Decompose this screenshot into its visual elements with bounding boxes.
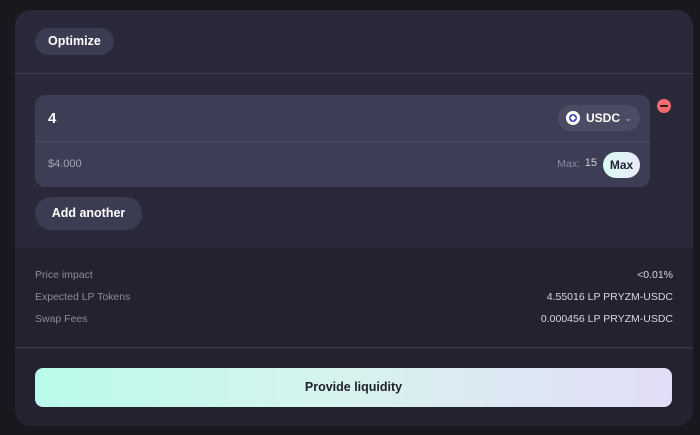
detail-label: Expected LP Tokens bbox=[35, 291, 131, 303]
card-header: Optimize bbox=[15, 10, 693, 74]
usd-value: $4.000 bbox=[48, 158, 82, 170]
remove-asset-icon[interactable] bbox=[657, 99, 671, 113]
max-label: Max: bbox=[557, 158, 580, 170]
detail-label: Swap Fees bbox=[35, 313, 88, 325]
token-selector[interactable]: USDC ⌄ bbox=[558, 105, 640, 131]
details-section: Price impact <0.01% Expected LP Tokens 4… bbox=[15, 248, 693, 348]
max-value: 15 bbox=[584, 157, 597, 169]
chevron-down-icon: ⌄ bbox=[624, 113, 632, 123]
detail-label: Price impact bbox=[35, 269, 93, 281]
optimize-button[interactable]: Optimize bbox=[35, 28, 114, 55]
liquidity-card: Optimize 4 USDC ⌄ $4.000 Max: 15 Max Add… bbox=[15, 10, 693, 426]
asset-input-box: 4 USDC ⌄ $4.000 Max: 15 Max bbox=[35, 95, 650, 187]
max-button[interactable]: Max bbox=[603, 152, 640, 178]
amount-input[interactable]: 4 bbox=[48, 110, 56, 127]
usdc-logo-icon bbox=[566, 111, 580, 125]
detail-row-price-impact: Price impact <0.01% bbox=[35, 269, 673, 283]
token-symbol: USDC bbox=[586, 111, 621, 125]
detail-row-expected-lp: Expected LP Tokens 4.55016 LP PRYZM-USDC bbox=[35, 291, 673, 305]
card-footer: Provide liquidity bbox=[15, 349, 693, 426]
provide-liquidity-button[interactable]: Provide liquidity bbox=[35, 368, 672, 407]
detail-value: 4.55016 LP PRYZM-USDC bbox=[546, 291, 673, 303]
detail-value: 0.000456 LP PRYZM-USDC bbox=[540, 313, 673, 325]
asset-divider bbox=[35, 141, 650, 142]
add-another-button[interactable]: Add another bbox=[35, 197, 142, 230]
detail-value: <0.01% bbox=[637, 269, 673, 281]
detail-row-swap-fees: Swap Fees 0.000456 LP PRYZM-USDC bbox=[35, 313, 673, 327]
